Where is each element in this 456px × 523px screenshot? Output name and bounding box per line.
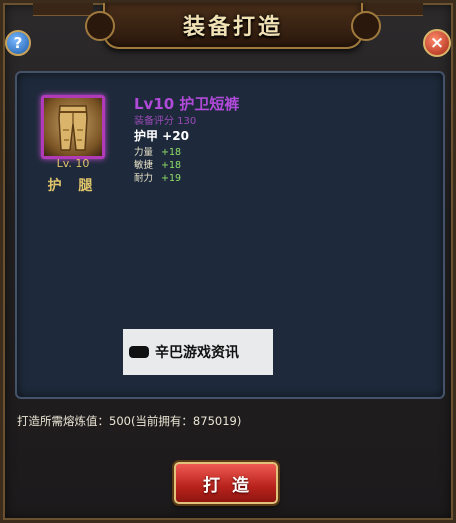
stat-value: +18 <box>161 160 182 171</box>
dialog-title: 装备打造 <box>182 15 283 40</box>
forge-dialog: 装备打造 ? × Lv. 10 护 腿 Lv10 护卫短裤 装备评分 130 护… <box>0 0 456 523</box>
watermark: 辛巴游戏资讯 <box>123 329 273 375</box>
item-armor: 护甲 +20 <box>134 129 189 143</box>
item-slot[interactable] <box>41 95 105 159</box>
stat-row: 敏捷 +18 <box>134 159 181 172</box>
item-level: Lv. 10 <box>56 157 90 170</box>
gamepad-icon <box>129 346 149 358</box>
golden-pants-icon <box>58 105 88 151</box>
stat-name: 敏捷 <box>134 160 154 171</box>
forge-button[interactable]: 打造 <box>174 462 278 504</box>
stat-list: 力量 +18 敏捷 +18 耐力 +19 <box>134 146 181 185</box>
forge-cost: 打造所需熔炼值：500(当前拥有：875019) <box>17 414 242 428</box>
stat-name: 耐力 <box>134 173 154 184</box>
item-panel: Lv. 10 护 腿 Lv10 护卫短裤 装备评分 130 护甲 +20 力量 … <box>15 71 445 399</box>
help-icon: ? <box>13 34 23 52</box>
frame-ornament-left <box>33 3 93 16</box>
stat-row: 耐力 +19 <box>134 172 181 185</box>
title-plate: 装备打造 <box>85 3 381 49</box>
item-score: 装备评分 130 <box>134 116 197 127</box>
help-button[interactable]: ? <box>5 30 31 56</box>
watermark-text: 辛巴游戏资讯 <box>155 345 239 361</box>
stat-row: 力量 +18 <box>134 146 181 159</box>
close-icon: × <box>429 33 445 53</box>
stat-value: +18 <box>161 147 182 158</box>
close-button[interactable]: × <box>423 29 451 57</box>
item-type: 护 腿 <box>47 178 99 194</box>
stat-name: 力量 <box>134 147 154 158</box>
item-name: Lv10 护卫短裤 <box>134 95 240 113</box>
stat-value: +19 <box>161 173 182 184</box>
